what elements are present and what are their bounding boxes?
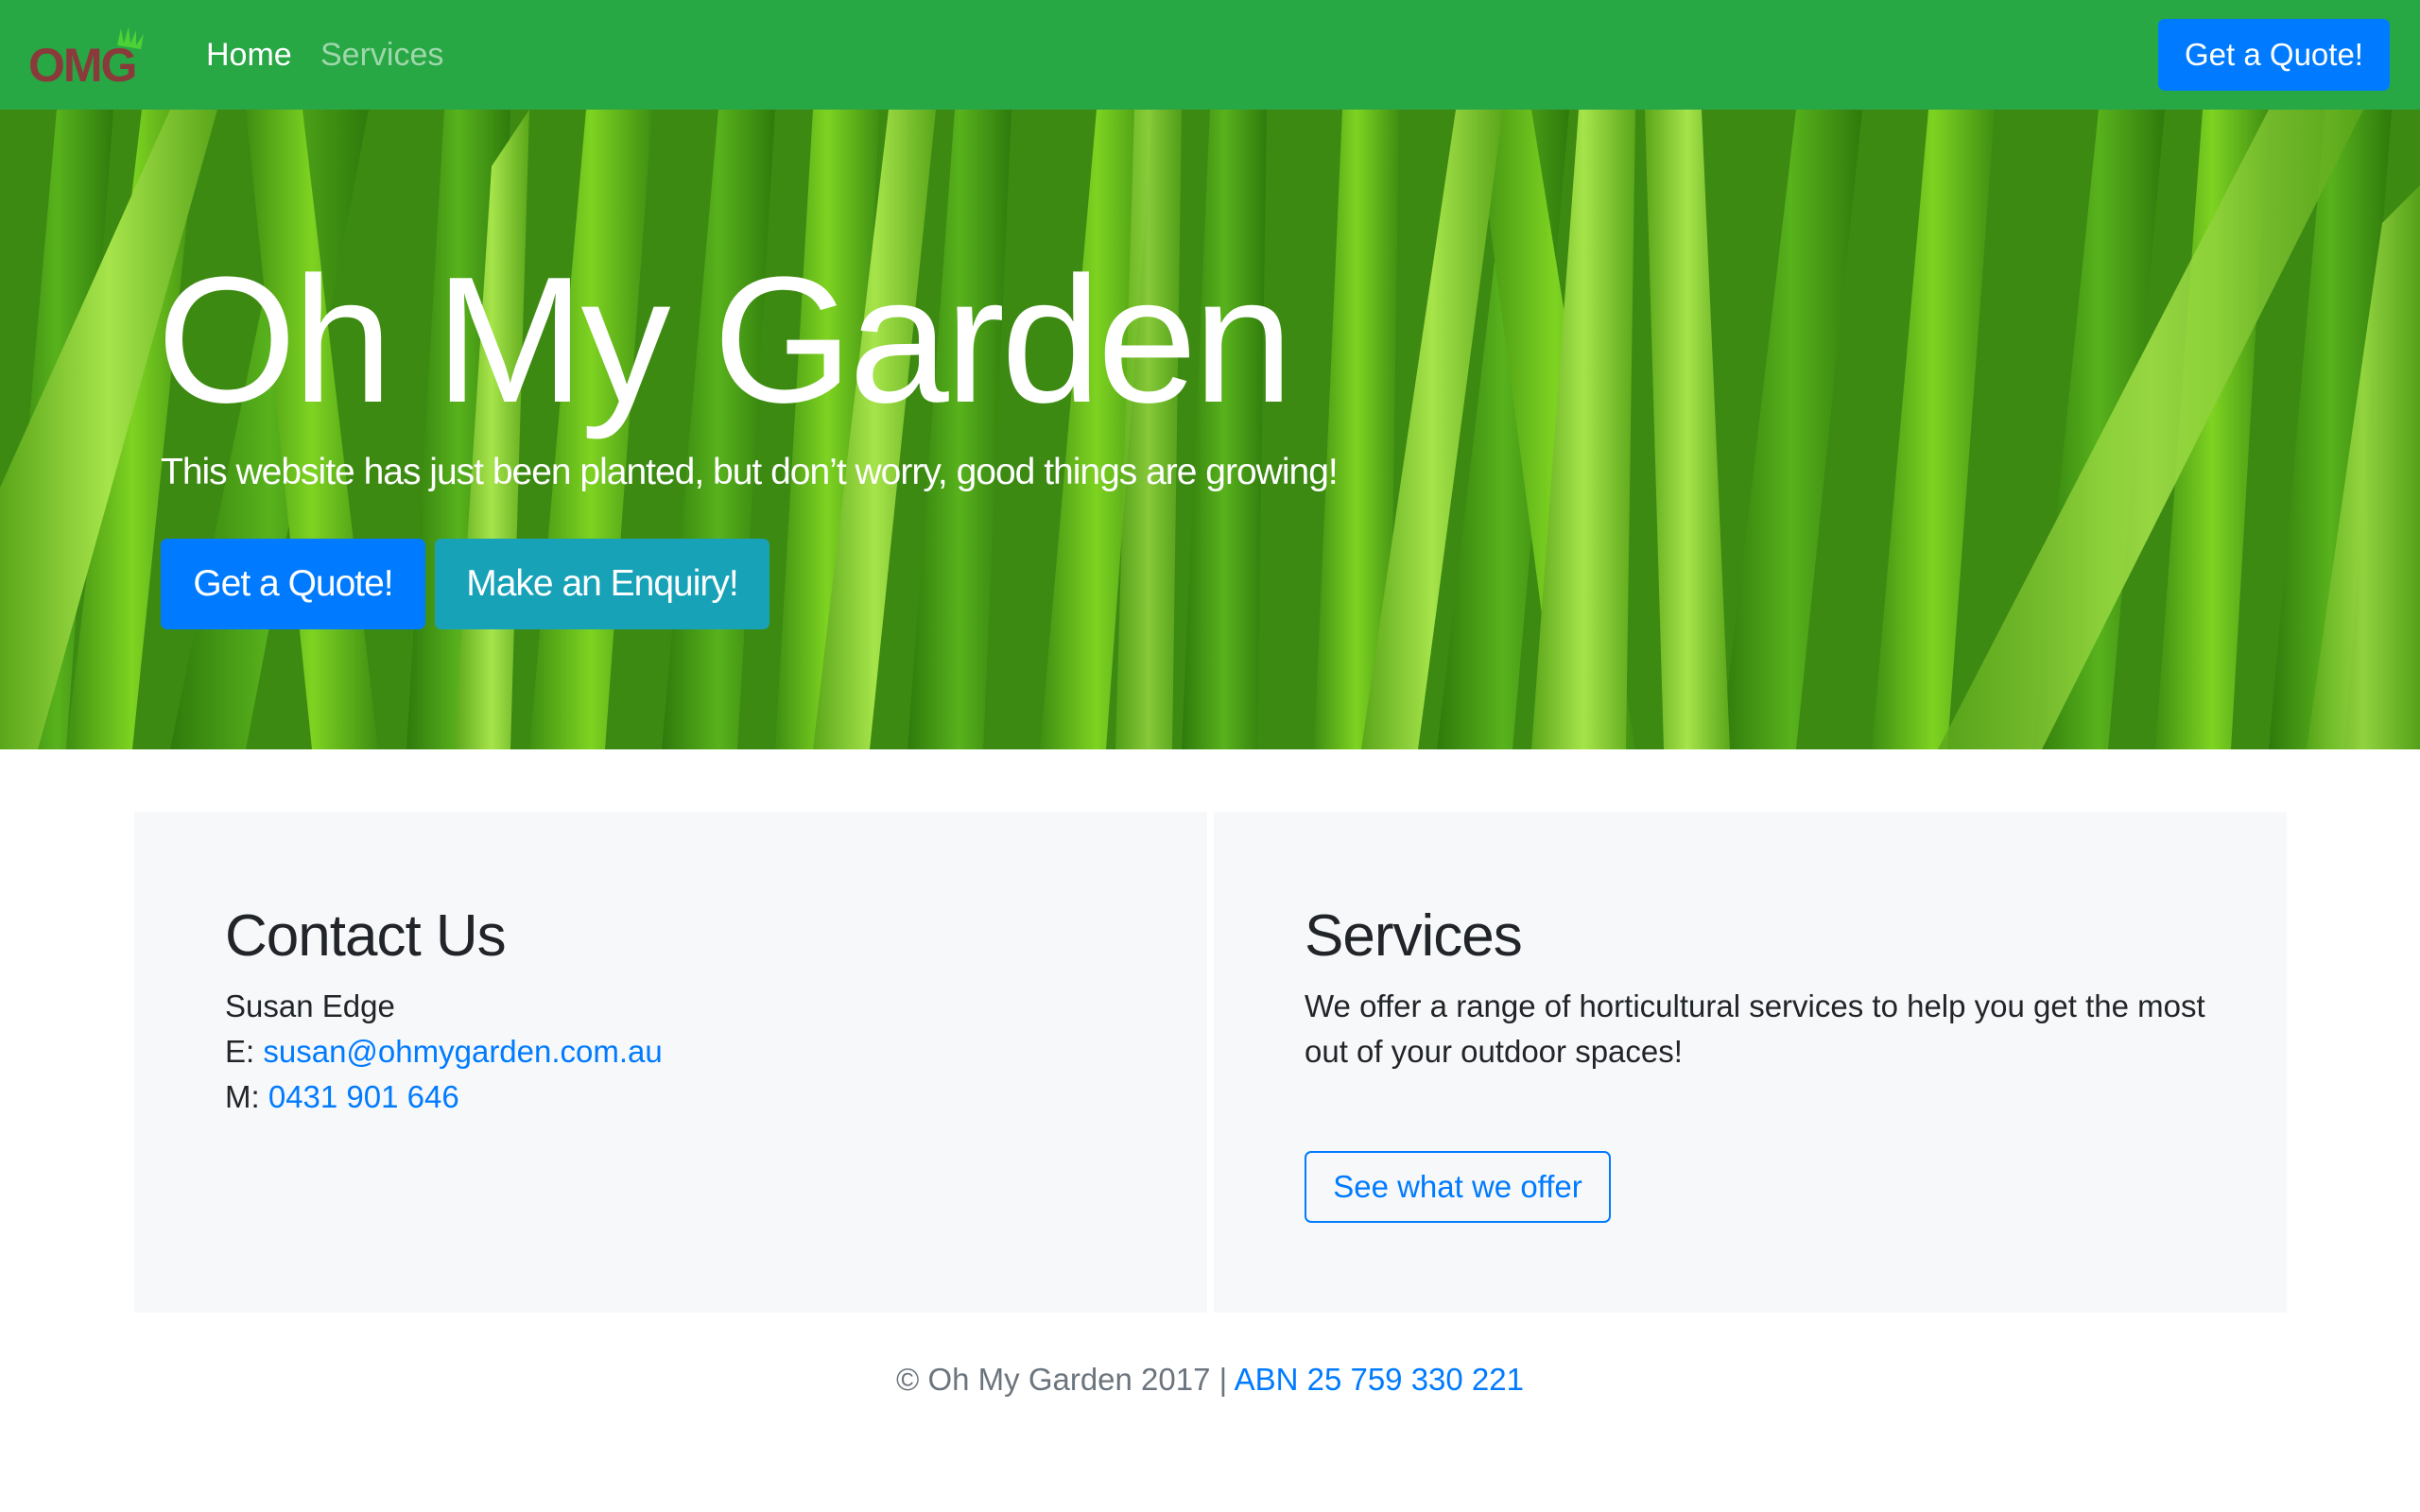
services-heading: Services — [1305, 903, 1523, 969]
contact-email-link[interactable]: susan@ohmygarden.com.au — [263, 1034, 662, 1069]
contact-name: Susan Edge — [225, 988, 395, 1023]
svg-text:OMG: OMG — [28, 39, 135, 89]
navbar: OMG Home Services Get a Quote! — [0, 0, 2420, 110]
contact-card: Contact Us Susan Edge E: susan@ohmygarde… — [134, 812, 1207, 1313]
hero-make-enquiry-button[interactable]: Make an Enquiry! — [435, 539, 769, 629]
services-card: Services We offer a range of horticultur… — [1214, 812, 2287, 1313]
nav-link-services[interactable]: Services — [320, 34, 443, 76]
see-what-we-offer-button[interactable]: See what we offer — [1305, 1151, 1611, 1223]
contact-heading: Contact Us — [225, 903, 507, 969]
hero-banner: Oh My Garden This website has just been … — [0, 110, 2420, 749]
contact-email-label: E: — [225, 1034, 255, 1069]
contact-mobile-row: M: 0431 901 646 — [225, 1074, 459, 1120]
hero-title: Oh My Garden — [157, 240, 1293, 440]
nav-link-home[interactable]: Home — [206, 34, 292, 76]
hero-get-quote-button[interactable]: Get a Quote! — [161, 539, 425, 629]
contact-mobile-label: M: — [225, 1079, 260, 1114]
omg-logo-icon: OMG — [28, 26, 144, 89]
footer-abn-link[interactable]: ABN 25 759 330 221 — [1235, 1362, 1524, 1397]
footer: © Oh My Garden 2017 | ABN 25 759 330 221 — [0, 1357, 2420, 1402]
contact-mobile-link[interactable]: 0431 901 646 — [268, 1079, 459, 1114]
services-description: We offer a range of horticultural servic… — [1305, 988, 2205, 1069]
contact-email-row: E: susan@ohmygarden.com.au — [225, 1029, 663, 1074]
omg-logo[interactable]: OMG — [26, 25, 161, 89]
hero-subtitle: This website has just been planted, but … — [161, 452, 1339, 492]
footer-copyright: © Oh My Garden 2017 | — [895, 1362, 1228, 1397]
nav-get-quote-button[interactable]: Get a Quote! — [2158, 19, 2390, 91]
